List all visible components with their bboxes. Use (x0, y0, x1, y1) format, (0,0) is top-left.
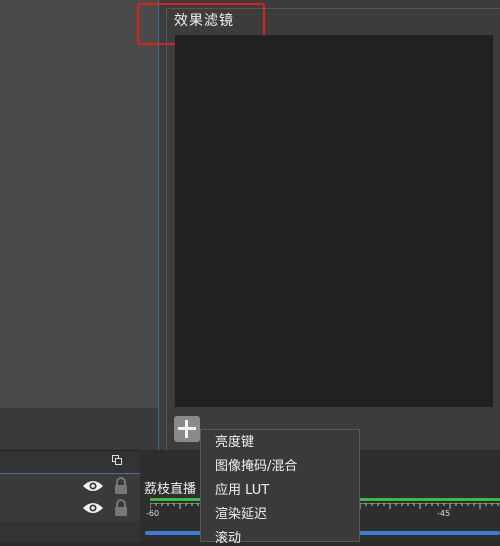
meter-tick-label: -45 (437, 509, 451, 518)
add-filter-button[interactable] (174, 416, 200, 442)
meter-tick-label: -60 (146, 509, 160, 518)
sources-header (0, 450, 158, 473)
eye-icon[interactable] (82, 501, 104, 515)
mixer-source-label: 荔枝直播 (144, 482, 197, 497)
source-row[interactable] (0, 497, 140, 521)
lock-icon[interactable] (114, 477, 128, 495)
menu-item-luma-key[interactable]: 亮度键 (215, 431, 254, 450)
menu-item-apply-lut[interactable]: 应用 LUT (215, 479, 269, 498)
lock-icon[interactable] (114, 499, 128, 517)
bottom-toolbar (0, 408, 158, 450)
dock-undock-icon[interactable] (112, 455, 122, 465)
menu-item-scroll[interactable]: 滚动 (215, 527, 241, 546)
sources-empty-area (0, 521, 140, 542)
menu-item-render-delay[interactable]: 渲染延迟 (215, 503, 267, 522)
eye-icon[interactable] (82, 479, 104, 493)
menu-item-image-mask[interactable]: 图像掩码/混合 (215, 455, 297, 474)
filter-list[interactable] (175, 35, 493, 407)
preview-pane (0, 0, 160, 408)
source-row[interactable] (0, 473, 140, 498)
